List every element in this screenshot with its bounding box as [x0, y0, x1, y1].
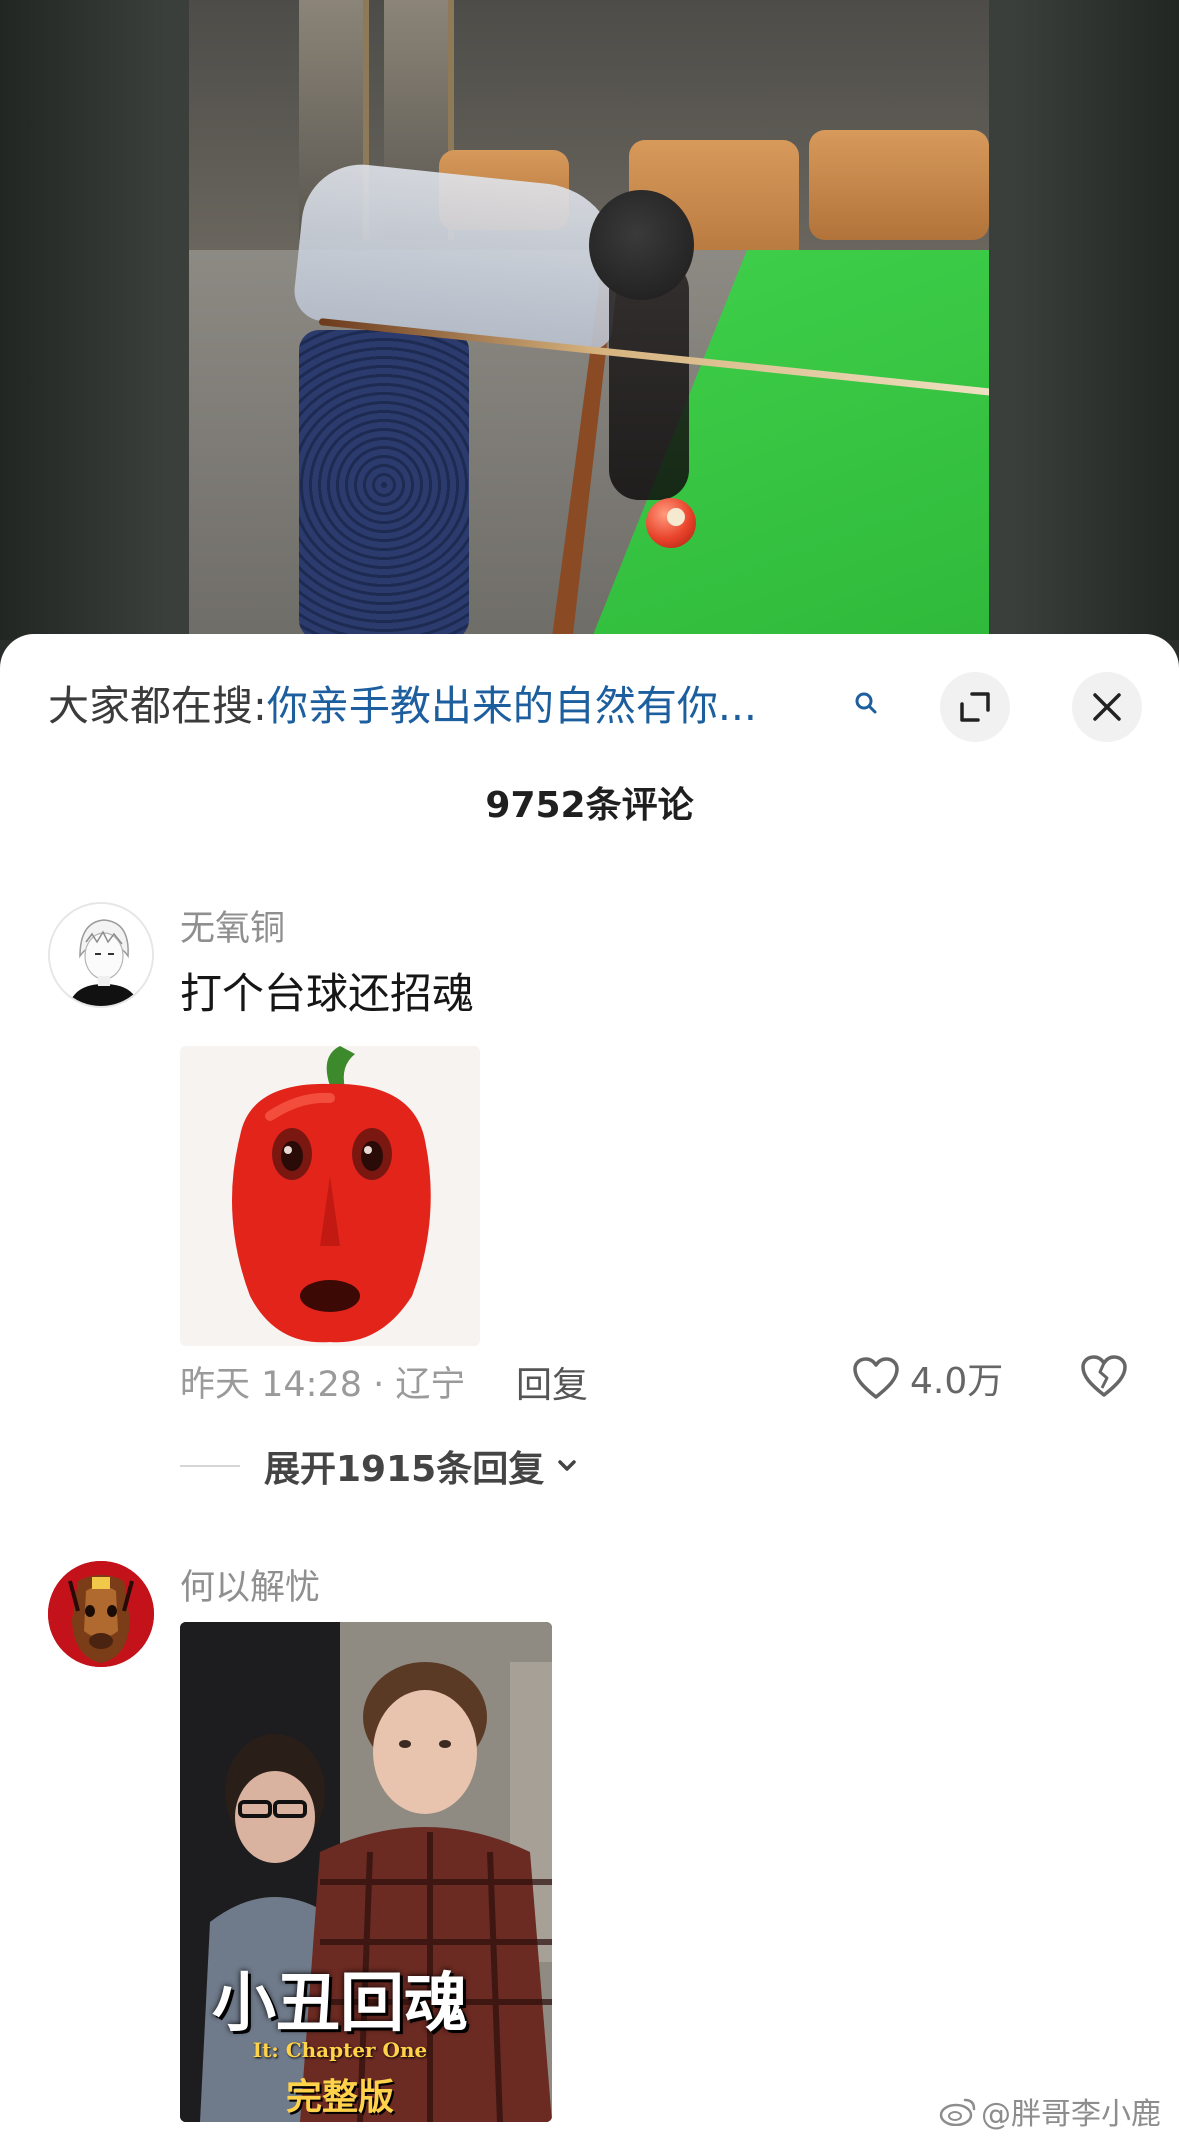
sofa [809, 130, 989, 240]
comment-username[interactable]: 何以解忧 [180, 1559, 320, 1610]
heart-icon [853, 1357, 899, 1399]
search-icon[interactable] [852, 690, 880, 718]
player-legs [299, 330, 469, 640]
expand-button[interactable] [940, 672, 1010, 742]
expand-replies-label: 展开1915条回复 [264, 1449, 545, 1490]
broken-heart-icon[interactable] [1080, 1354, 1128, 1398]
movie-clip-thumbnail[interactable]: 小丑回魂 It: Chapter One 完整版 [180, 1622, 552, 2122]
close-button[interactable] [1072, 672, 1142, 742]
anime-avatar-image [50, 904, 152, 1006]
thumbnail-tag: 完整版 [285, 2077, 394, 2118]
expand-replies-button[interactable]: 展开1915条回复 [180, 1440, 582, 1492]
watermark: @胖哥李小鹿 [939, 2089, 1161, 2133]
trending-search-query[interactable]: 你亲手教出来的自然有你... [267, 672, 757, 732]
pepper-face-sticker[interactable] [180, 1046, 480, 1346]
expand-icon [960, 692, 990, 722]
close-icon [1093, 693, 1121, 721]
watermark-text: @胖哥李小鹿 [981, 2097, 1161, 2132]
pool-ball-number-spot [667, 508, 685, 526]
video-player[interactable] [189, 0, 989, 640]
comment-time-location: 昨天 14:28 · 辽宁 [180, 1365, 466, 1405]
pepper-face-image [180, 1046, 480, 1346]
weibo-logo-icon [939, 2098, 976, 2126]
trending-search-prefix: 大家都在搜: [48, 682, 267, 730]
comment-count: 9752条评论 [485, 785, 694, 826]
thumbnail-title: 小丑回魂 [212, 1967, 468, 2041]
trending-search[interactable]: 大家都在搜: 你亲手教出来的自然有你... [48, 674, 757, 730]
comment-username[interactable]: 无氧铜 [180, 900, 285, 951]
like-button[interactable]: 4.0万 [852, 1352, 1003, 1404]
player-head [589, 190, 694, 300]
comment-sheet: 大家都在搜: 你亲手教出来的自然有你... 9752条评论 无氧铜 打个台球还招… [0, 634, 1179, 2143]
comment-text: 打个台球还招魂 [180, 969, 475, 1018]
page: 大家都在搜: 你亲手教出来的自然有你... 9752条评论 无氧铜 打个台球还招… [0, 0, 1179, 2143]
avatar[interactable] [48, 902, 154, 1008]
thumbnail-subtitle: It: Chapter One [252, 2038, 428, 2062]
avatar[interactable] [48, 1561, 154, 1667]
like-count: 4.0万 [910, 1361, 1004, 1402]
horse-mask-avatar-image [48, 1561, 154, 1667]
chevron-down-icon [558, 1460, 576, 1471]
divider-line [180, 1465, 240, 1467]
reply-button[interactable]: 回复 [516, 1356, 588, 1408]
